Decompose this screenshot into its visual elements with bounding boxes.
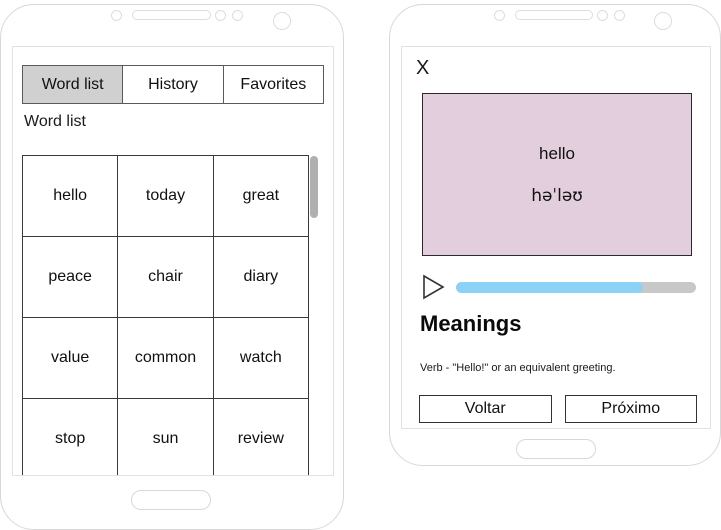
word-grid-scrollbar[interactable] (310, 156, 318, 475)
word-cell[interactable]: common (117, 317, 214, 399)
word-detail-card: hello həˈləʊ (422, 93, 692, 256)
table-row: value common watch (21, 317, 310, 399)
close-icon[interactable]: X (416, 58, 429, 78)
word-cell[interactable]: stop (21, 398, 119, 475)
sensor-dot-icon (614, 10, 625, 21)
tab-favorites-label: Favorites (240, 75, 307, 93)
navigation-buttons: Voltar Próximo (419, 395, 697, 423)
audio-progress-fill (456, 281, 644, 293)
table-row: hello today great (21, 155, 310, 237)
word-cell[interactable]: watch (212, 317, 310, 399)
sensor-dot-icon (111, 10, 122, 21)
right-phone-hardware-row (390, 5, 720, 30)
sensor-dot-icon (597, 10, 608, 21)
scrollbar-thumb[interactable] (310, 156, 318, 218)
word-grid-container: hello today great peace chair diary valu… (21, 155, 324, 475)
tab-word-list-label: Word list (41, 75, 104, 93)
word-cell[interactable]: sun (117, 398, 214, 475)
home-button[interactable] (516, 439, 596, 459)
left-phone-screen: Word list History Favorites Word list he… (12, 46, 334, 476)
word-cell[interactable]: great (212, 155, 310, 237)
word-cell[interactable]: value (21, 317, 119, 399)
word-cell[interactable]: review (212, 398, 310, 475)
sensor-dot-icon (494, 10, 505, 21)
home-button[interactable] (131, 490, 211, 510)
word-cell[interactable]: hello (21, 155, 119, 237)
next-button-label: Próximo (601, 400, 661, 417)
word-cell[interactable]: peace (21, 236, 119, 318)
sensor-dot-icon (232, 10, 243, 21)
play-triangle-icon[interactable] (420, 274, 446, 300)
card-phonetic-transcription: həˈləʊ (531, 185, 583, 206)
right-phone-screen: X hello həˈləʊ Meanings Verb - "Hello!" … (401, 46, 711, 429)
next-button[interactable]: Próximo (564, 395, 697, 423)
tab-word-list[interactable]: Word list (22, 65, 124, 104)
meanings-heading: Meanings (420, 311, 522, 336)
word-cell[interactable]: chair (117, 236, 214, 318)
word-grid: hello today great peace chair diary valu… (21, 155, 310, 475)
table-row: stop sun review (21, 398, 310, 475)
right-phone-frame: X hello həˈləʊ Meanings Verb - "Hello!" … (389, 4, 721, 466)
word-cell[interactable]: diary (212, 236, 310, 318)
left-phone-hardware-row (1, 5, 343, 30)
table-row: peace chair diary (21, 236, 310, 318)
left-phone-frame: Word list History Favorites Word list he… (0, 4, 344, 530)
audio-progress-bar[interactable] (456, 281, 696, 293)
front-camera-icon (273, 12, 291, 30)
meaning-definition-text: Verb - "Hello!" or an equivalent greetin… (420, 362, 616, 374)
front-camera-icon (654, 12, 672, 30)
earpiece-speaker-icon (515, 10, 593, 20)
tab-favorites[interactable]: Favorites (223, 65, 324, 104)
earpiece-speaker-icon (132, 10, 211, 20)
back-button[interactable]: Voltar (419, 395, 552, 423)
tab-history[interactable]: History (123, 65, 224, 104)
section-title: Word list (24, 113, 86, 130)
tab-history-label: History (148, 75, 198, 93)
sensor-dot-icon (215, 10, 226, 21)
word-cell[interactable]: today (117, 155, 214, 237)
audio-player (420, 273, 696, 301)
back-button-label: Voltar (464, 400, 506, 417)
card-word: hello (539, 143, 575, 163)
tab-bar: Word list History Favorites (22, 65, 324, 104)
